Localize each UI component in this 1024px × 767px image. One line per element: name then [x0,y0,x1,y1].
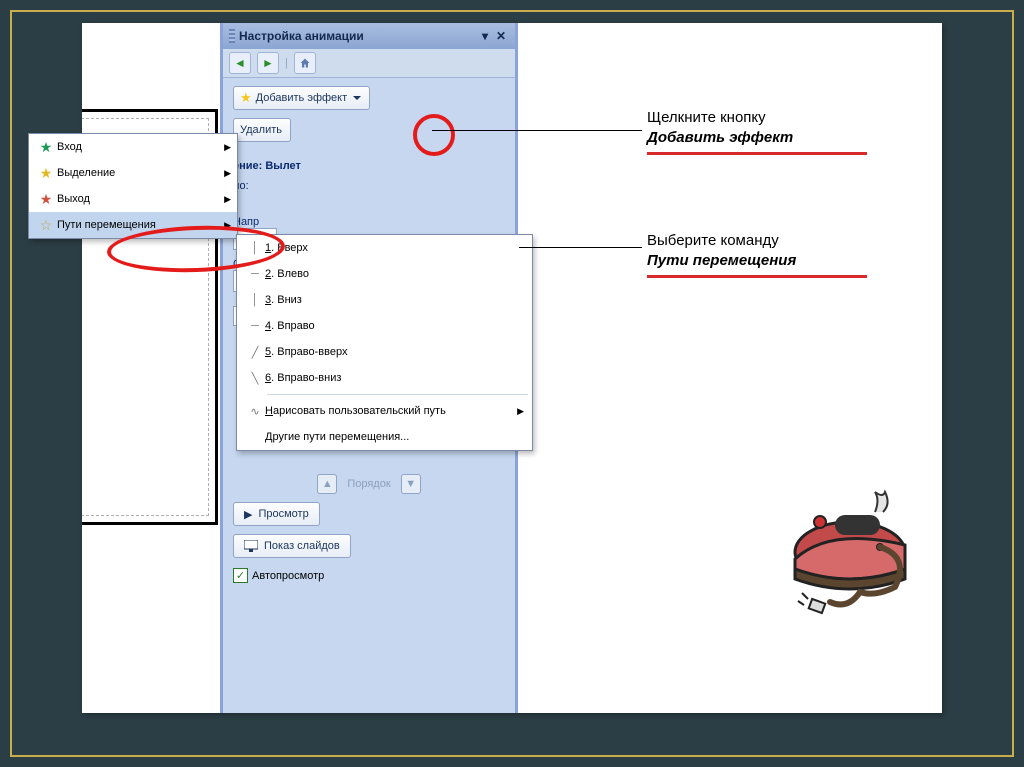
monitor-icon [244,540,258,552]
direction-label: Напр [233,216,505,228]
callout-1: Щелкните кнопку Добавить эффект [647,108,867,155]
submenu-up-right[interactable]: ╱ 5. Вправо-вверх [237,339,532,365]
star-icon: ★ [240,90,252,106]
reorder-up-icon[interactable]: ▲ [317,474,337,494]
submenu-draw-custom[interactable]: ∿ ННарисовать пользовательский путьарисо… [237,398,532,424]
reorder-label: Порядок [347,478,390,490]
menu-item-exit[interactable]: ★ Выход ▶ [29,186,237,212]
freeform-icon: ∿ [245,405,265,418]
chevron-right-icon: ▶ [517,406,524,417]
submenu-right[interactable]: ─ 4. Вправо [237,313,532,339]
nav-back-icon[interactable]: ◄ [229,52,251,74]
submenu-left[interactable]: ─ 2. Влево [237,261,532,287]
slide-thumbnail-panel [82,23,220,713]
autopreview-label: Автопросмотр [252,570,324,582]
reorder-down-icon[interactable]: ▼ [401,474,421,494]
slideshow-button[interactable]: Показ слайдов [233,534,351,558]
submenu-more-paths[interactable]: Другие пути перемещения... [237,424,532,450]
pane-header: Настройка анимации ▾ ✕ [223,23,515,49]
star-icon: ★ [35,191,57,208]
iron-clipart [780,477,930,627]
path-right-icon: ─ [245,320,265,332]
path-upright-icon: ╱ [245,346,265,359]
menu-item-emphasis[interactable]: ★ Выделение ▶ [29,160,237,186]
leader-line-2 [519,247,642,248]
menu-item-entrance[interactable]: ★ Вход ▶ [29,134,237,160]
chevron-right-icon: ▶ [224,168,231,179]
remove-button[interactable]: Удалить [233,118,291,142]
start-label: ло: [233,180,505,192]
slide-stage: ▲ ⇑ ⇓ ▼ ⇡ ⇣ Настройка анимации ▾ ✕ ◄ ► |… [82,23,942,713]
star-outline-icon: ☆ [35,217,57,234]
add-effect-button[interactable]: ★ Добавить эффект [233,86,370,110]
chevron-right-icon: ▶ [224,142,231,153]
submenu-down-right[interactable]: ╲ 6. Вправо-вниз [237,365,532,391]
pane-menu-caret-icon[interactable]: ▾ [477,29,493,43]
pane-close-icon[interactable]: ✕ [493,29,509,43]
path-down-icon: │ [245,294,265,306]
play-icon: ▶ [244,508,252,521]
autopreview-checkbox[interactable]: ✓ [233,568,248,583]
leader-line-1 [432,130,642,131]
path-left-icon: ─ [245,268,265,280]
annotation-circle-1 [413,114,455,156]
star-icon: ★ [35,165,57,182]
effect-change-label: ение: Вылет [233,160,505,172]
preview-button[interactable]: ▶ Просмотр [233,502,320,526]
grip-icon[interactable] [229,29,235,43]
motion-paths-submenu: │ 1. Вверх ─ 2. Влево │ 3. Вниз ─ 4. Впр… [236,234,533,451]
nav-home-icon[interactable] [294,52,316,74]
add-effect-label: Добавить эффект [256,92,347,104]
pane-title: Настройка анимации [239,29,364,43]
callout-2: Выберите команду Пути перемещения [647,231,867,278]
nav-forward-icon[interactable]: ► [257,52,279,74]
effect-category-menu: ★ Вход ▶ ★ Выделение ▶ ★ Выход ▶ ☆ Пути … [28,133,238,239]
star-icon: ★ [35,139,57,156]
pane-nav-toolbar: ◄ ► | [223,49,515,78]
chevron-right-icon: ▶ [224,194,231,205]
path-downright-icon: ╲ [245,372,265,385]
submenu-down[interactable]: │ 3. Вниз [237,287,532,313]
